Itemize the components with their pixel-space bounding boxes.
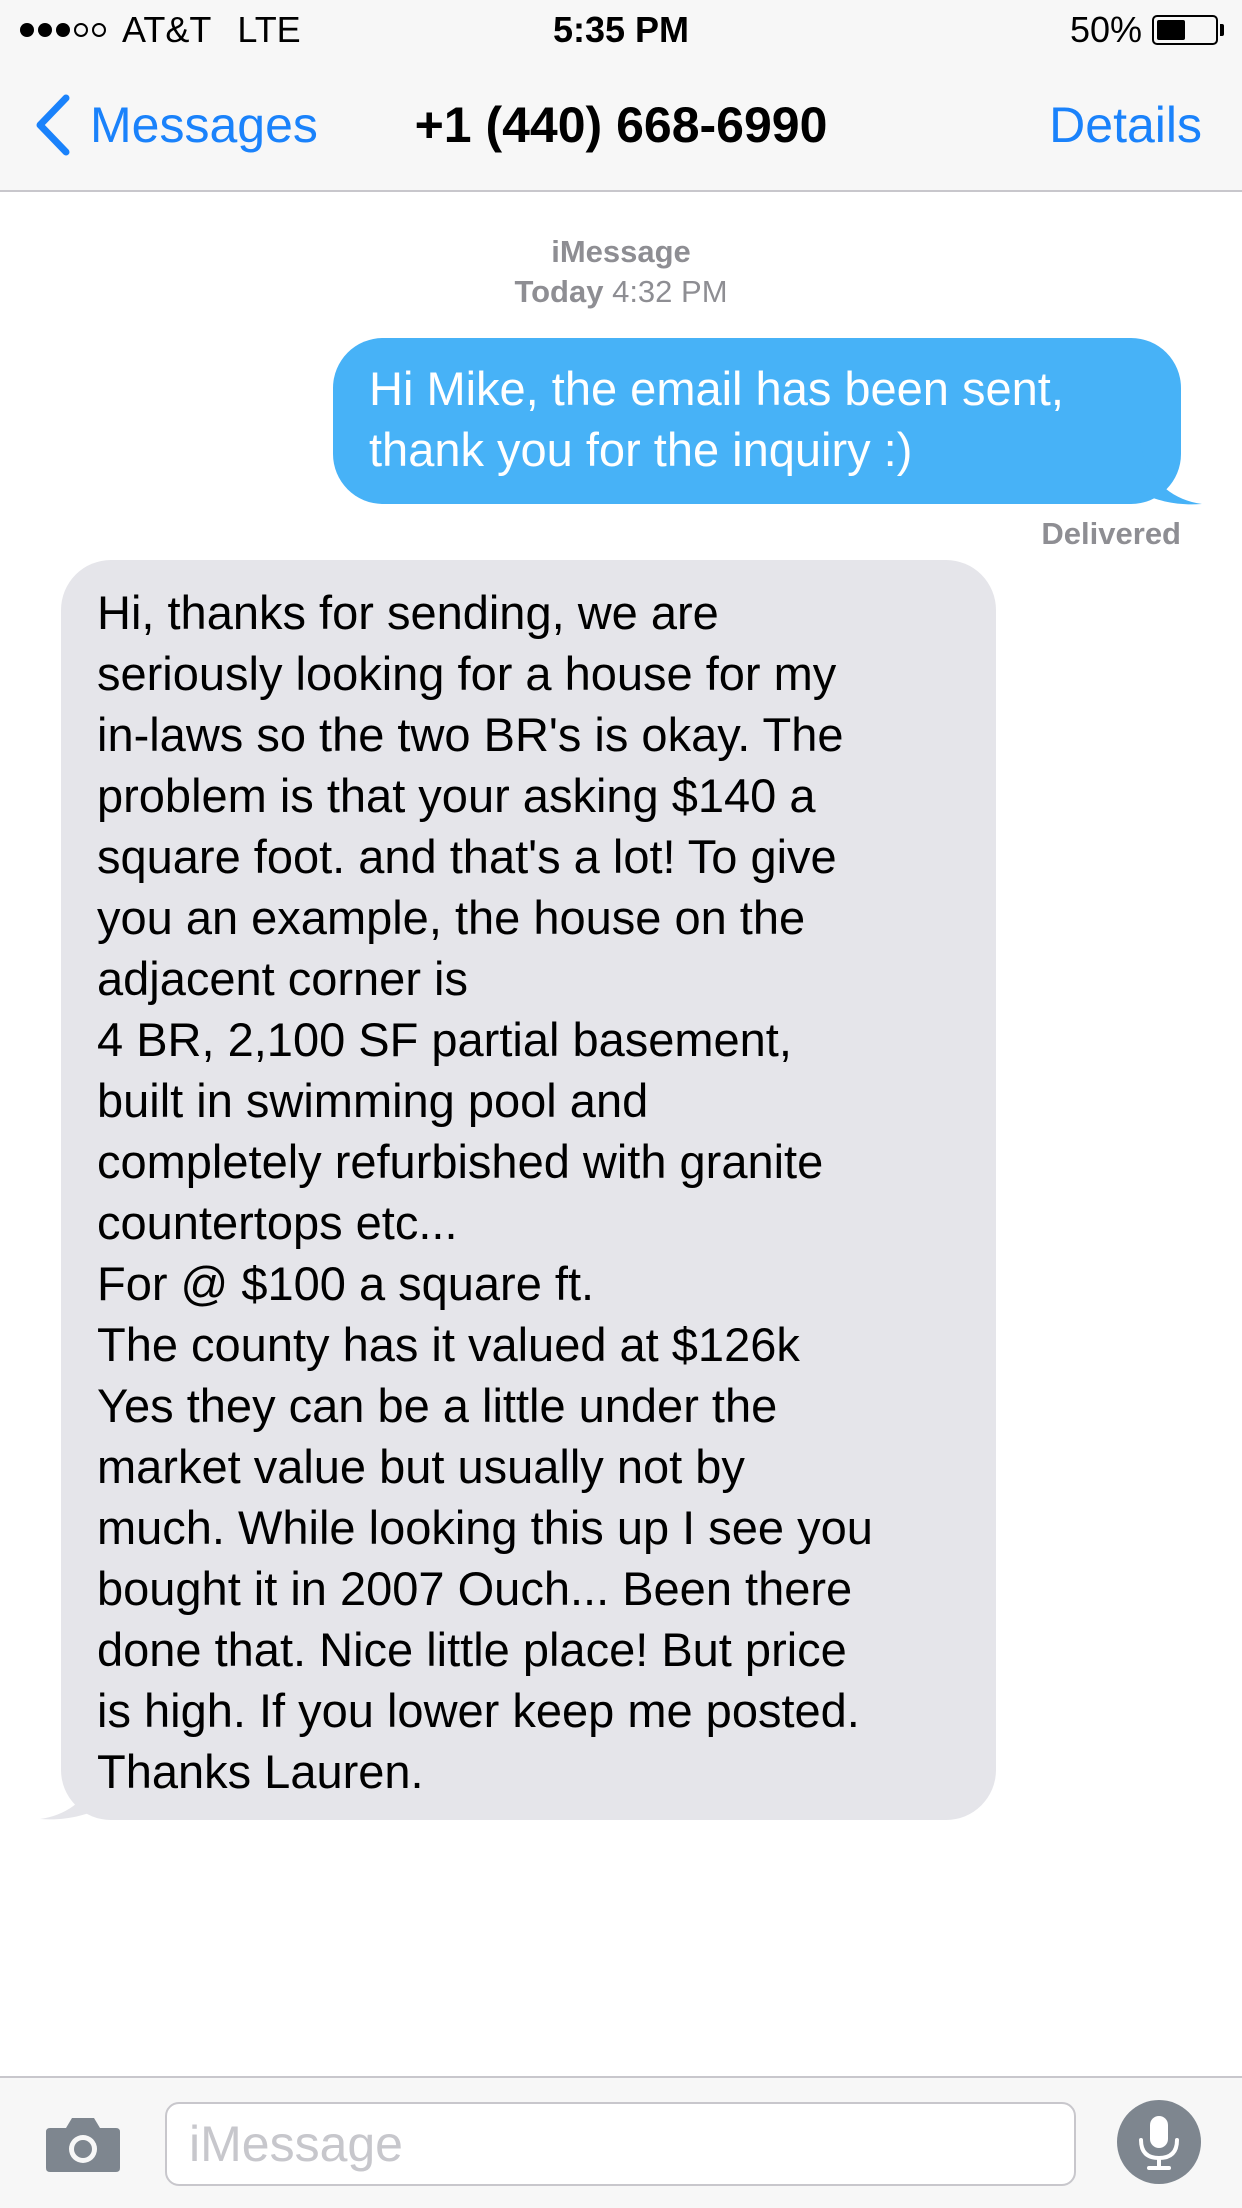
details-button[interactable]: Details bbox=[1049, 90, 1202, 160]
service-label: iMessage bbox=[551, 234, 691, 269]
status-right: 50% bbox=[1070, 8, 1224, 52]
status-time: 5:35 PM bbox=[552, 9, 690, 50]
timestamp-day: Today bbox=[514, 274, 604, 309]
timestamp: Today 4:32 PM bbox=[0, 272, 1242, 312]
conversation-header: iMessage Today 4:32 PM bbox=[0, 232, 1242, 312]
camera-button[interactable] bbox=[44, 2114, 122, 2174]
battery-level bbox=[1157, 20, 1185, 40]
camera-icon bbox=[46, 2118, 120, 2172]
timestamp-time: 4:32 PM bbox=[612, 274, 728, 309]
battery-tip bbox=[1220, 24, 1224, 36]
battery-percent: 50% bbox=[1069, 9, 1142, 50]
outgoing-bubble-tail bbox=[1140, 440, 1202, 505]
status-bar: AT&T LTE 5:35 PM 50% bbox=[0, 0, 1242, 62]
input-bar bbox=[0, 2076, 1242, 2208]
incoming-message-bubble[interactable]: Hi, thanks for sending, we are seriously… bbox=[61, 560, 996, 1820]
battery-icon bbox=[1152, 15, 1218, 45]
message-input[interactable] bbox=[165, 2102, 1076, 2186]
microphone-icon bbox=[1139, 2116, 1179, 2170]
delivered-status: Delivered bbox=[1041, 516, 1181, 551]
microphone-button[interactable] bbox=[1117, 2100, 1201, 2184]
navigation-bar: Messages +1 (440) 668-6990 Details bbox=[0, 62, 1242, 192]
outgoing-message-bubble[interactable]: Hi Mike, the email has been sent, thank … bbox=[333, 338, 1181, 504]
